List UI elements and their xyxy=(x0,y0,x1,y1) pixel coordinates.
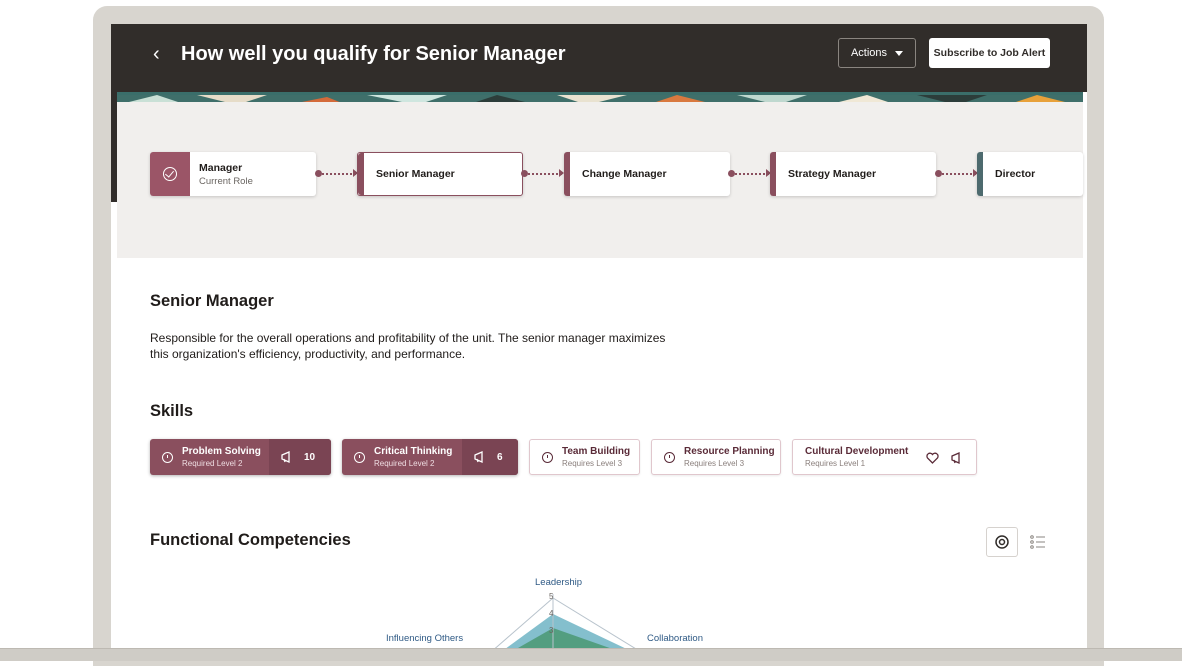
subscribe-job-alert-button[interactable]: Subscribe to Job Alert xyxy=(929,38,1050,68)
career-node-label: Senior Manager xyxy=(376,168,455,180)
path-connector xyxy=(521,169,564,177)
laptop-base xyxy=(0,648,1182,661)
career-node-change-manager[interactable]: Change Manager xyxy=(564,152,730,196)
radar-label-top: Leadership xyxy=(535,577,583,588)
megaphone-icon xyxy=(281,451,290,463)
actions-button[interactable]: Actions xyxy=(838,38,916,68)
list-view-button[interactable] xyxy=(1022,527,1054,557)
skill-name: Cultural Development xyxy=(805,445,909,457)
career-node-strategy-manager[interactable]: Strategy Manager xyxy=(770,152,936,196)
endorsement-count[interactable]: 10 xyxy=(269,439,331,475)
career-node-label: Strategy Manager xyxy=(788,168,877,180)
path-connector xyxy=(728,169,771,177)
check-circle-icon xyxy=(163,167,177,181)
path-connector xyxy=(315,169,358,177)
skill-chip-critical-thinking[interactable]: Critical Thinking Required Level 2 6 xyxy=(342,439,518,475)
info-icon xyxy=(354,451,365,463)
list-icon xyxy=(1030,535,1045,549)
radar-label-right: Collaboration xyxy=(647,633,703,644)
skill-level: Requires Level 3 xyxy=(684,458,745,468)
skill-level: Required Level 2 xyxy=(374,458,435,468)
current-role-subtitle: Current Role xyxy=(199,175,253,187)
radar-scale-5: 5 xyxy=(549,592,554,601)
app-screen: ‹ How well you qualify for Senior Manage… xyxy=(111,24,1087,648)
radar-label-left: Influencing Others xyxy=(386,633,464,644)
skill-level: Requires Level 3 xyxy=(562,458,623,468)
heart-icon[interactable] xyxy=(926,452,939,464)
role-title: Senior Manager xyxy=(150,292,274,310)
chevron-down-icon xyxy=(895,50,904,56)
competency-radar-chart: Leadership Influencing Others Collaborat… xyxy=(371,572,771,648)
career-node-senior-manager[interactable]: Senior Manager xyxy=(357,152,523,196)
skill-name: Team Building xyxy=(562,445,631,457)
actions-label: Actions xyxy=(850,47,888,59)
back-icon[interactable]: ‹ xyxy=(153,42,160,66)
skill-chip-problem-solving[interactable]: Problem Solving Required Level 2 10 xyxy=(150,439,331,475)
skill-chip-resource-planning[interactable]: Resource Planning Requires Level 3 xyxy=(651,439,781,475)
radar-view-button[interactable] xyxy=(986,527,1018,557)
role-description: Responsible for the overall operations a… xyxy=(150,331,666,361)
functional-competencies-heading: Functional Competencies xyxy=(150,531,351,549)
skill-name: Resource Planning xyxy=(684,445,775,457)
career-node-label: Change Manager xyxy=(582,168,667,180)
info-icon xyxy=(664,451,675,463)
skills-heading: Skills xyxy=(150,402,194,420)
megaphone-icon[interactable] xyxy=(951,452,964,464)
info-icon xyxy=(542,451,553,463)
career-node-director[interactable]: Director xyxy=(977,152,1083,196)
radar-scale-4: 4 xyxy=(549,609,554,618)
decorative-banner xyxy=(117,92,1083,102)
skill-level: Required Level 2 xyxy=(182,458,243,468)
current-role-badge xyxy=(150,152,190,196)
skill-chip-team-building[interactable]: Team Building Requires Level 3 xyxy=(529,439,640,475)
skill-name: Critical Thinking xyxy=(374,445,453,457)
career-node-current[interactable]: Manager Current Role xyxy=(150,152,316,196)
current-role-title: Manager xyxy=(199,161,243,174)
skill-level: Requires Level 1 xyxy=(805,458,866,468)
megaphone-icon xyxy=(474,451,483,463)
path-connector xyxy=(935,169,978,177)
page-title: How well you qualify for Senior Manager xyxy=(181,43,566,65)
skill-chip-cultural-development[interactable]: Cultural Development Requires Level 1 xyxy=(792,439,977,475)
page-header: ‹ How well you qualify for Senior Manage… xyxy=(111,24,1087,92)
skill-name: Problem Solving xyxy=(182,445,261,457)
radar-scale-3: 3 xyxy=(549,626,554,635)
skill-actions xyxy=(914,440,976,476)
info-icon xyxy=(162,451,173,463)
career-node-label: Director xyxy=(995,168,1036,180)
endorsement-count[interactable]: 6 xyxy=(462,439,518,475)
target-icon xyxy=(995,535,1009,549)
